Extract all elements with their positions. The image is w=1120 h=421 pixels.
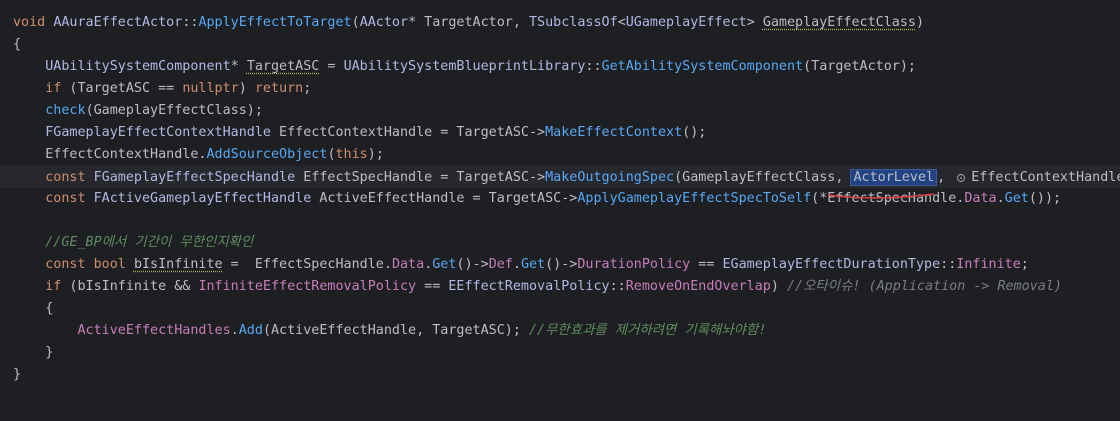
code-line-6[interactable]: FGameplayEffectContextHandle EffectConte…	[0, 122, 1120, 144]
code-editor[interactable]: void AAuraEffectActor::ApplyEffectToTarg…	[0, 0, 1120, 421]
parameter-hint	[953, 166, 971, 188]
code-line-12[interactable]: const bool bIsInfinite = EffectSpecHandl…	[0, 254, 1120, 276]
code-line-3[interactable]: UAbilitySystemComponent* TargetASC = UAb…	[0, 56, 1120, 78]
code-line-4[interactable]: if (TargetASC == nullptr) return;	[0, 78, 1120, 100]
code-line-9[interactable]: const FActiveGameplayEffectHandle Active…	[0, 188, 1120, 210]
code-line-10-empty[interactable]	[0, 210, 1120, 232]
code-line-13[interactable]: if (bIsInfinite && InfiniteEffectRemoval…	[0, 276, 1120, 298]
code-line-16[interactable]: }	[0, 342, 1120, 364]
selected-identifier[interactable]: ActorLevel	[850, 169, 938, 186]
parameter-hint-icon	[957, 173, 966, 182]
code-line-1[interactable]: void AAuraEffectActor::ApplyEffectToTarg…	[0, 12, 1120, 34]
code-line-15[interactable]: ActiveEffectHandles.Add(ActiveEffectHand…	[0, 320, 1120, 342]
code-line-5[interactable]: check(GameplayEffectClass);	[0, 100, 1120, 122]
code-line-17[interactable]: }	[0, 364, 1120, 386]
annotation-squiggle	[827, 193, 935, 199]
code-line-8-current[interactable]: const FGameplayEffectSpecHandle EffectSp…	[0, 166, 1120, 188]
code-line-11[interactable]: //GE_BP에서 기간이 무한인지확인	[0, 232, 1120, 254]
code-line-14[interactable]: {	[0, 298, 1120, 320]
code-line-7[interactable]: EffectContextHandle.AddSourceObject(this…	[0, 144, 1120, 166]
code-line-2[interactable]: {	[0, 34, 1120, 56]
